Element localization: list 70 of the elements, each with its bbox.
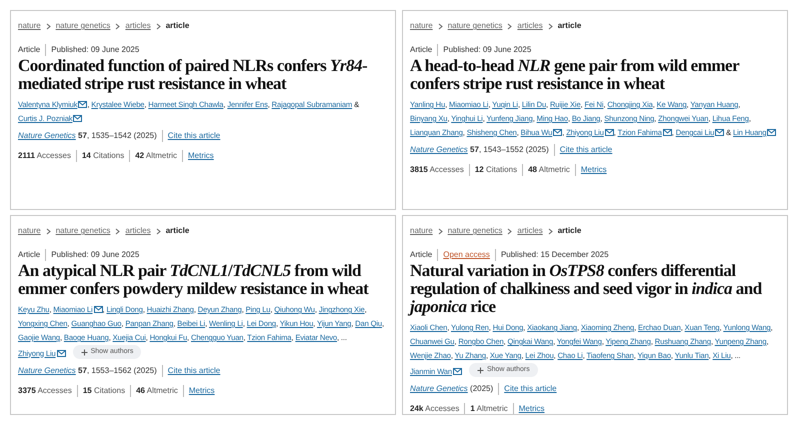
journal-citation: Nature Genetics 57, 1543–1552 (2025) <box>410 144 549 156</box>
breadcrumb-link[interactable]: articles <box>125 225 151 237</box>
metric-stat: 48 Altmetric <box>522 164 570 176</box>
chevron-icon <box>156 22 161 30</box>
article-title: An atypical NLR pair TdCNL1/TdCNL5 from wild emmer confers powdery mildew resistance in wheat <box>18 262 370 298</box>
cite-link[interactable]: Cite this article <box>162 130 220 142</box>
chevron-icon <box>438 228 443 234</box>
journal-citation: Nature Genetics 57, 1553–1562 (2025) <box>18 364 157 376</box>
article-type: Article <box>410 249 432 261</box>
metrics-link[interactable]: Metrics <box>182 150 214 162</box>
plus-icon <box>476 366 484 374</box>
breadcrumb-link[interactable]: nature genetics <box>448 225 502 237</box>
metric-stat: 3375 Accesses <box>18 384 72 396</box>
breadcrumb-current: article <box>558 225 582 237</box>
breadcrumb-link[interactable]: nature genetics <box>56 225 110 237</box>
chevron-icon <box>507 22 512 30</box>
breadcrumb-link[interactable]: nature genetics <box>56 20 110 32</box>
published-date: Published: 15 December 2025 <box>494 249 609 261</box>
published-date: Published: 09 June 2025 <box>45 44 140 56</box>
article-type: Article <box>410 44 432 56</box>
breadcrumb-link[interactable]: articles <box>517 225 543 237</box>
chevron-icon <box>438 22 443 30</box>
breadcrumb-link[interactable]: nature <box>410 20 433 32</box>
journal-citation: Nature Genetics 57, 1535–1542 (2025) <box>18 130 157 142</box>
chevron-icon <box>115 22 120 30</box>
chevron-icon <box>46 22 51 30</box>
metric-stat: 24k Accesses <box>410 402 460 414</box>
metric-stat: 3815 Accesses <box>410 164 464 176</box>
chevron-icon <box>156 228 161 234</box>
breadcrumb-current: article <box>166 20 190 32</box>
breadcrumb-current: article <box>166 225 190 237</box>
breadcrumb-link[interactable]: nature <box>410 225 433 237</box>
journal-citation: Nature Genetics (2025) <box>410 382 494 394</box>
metric-stat: 46 Altmetric <box>130 384 178 396</box>
published-date: Published: 09 June 2025 <box>437 44 532 56</box>
article-type: Article <box>18 44 40 56</box>
journal-link[interactable]: Nature Genetics <box>410 384 468 392</box>
metric-stat: 14 Citations <box>76 150 124 162</box>
published-date: Published: 09 June 2025 <box>45 249 140 261</box>
metrics-link[interactable]: Metrics <box>182 384 215 396</box>
chevron-icon <box>46 228 51 234</box>
plus-icon <box>80 348 88 356</box>
metrics-link[interactable]: Metrics <box>512 402 545 414</box>
journal-link[interactable]: Nature Genetics <box>18 366 76 374</box>
cite-link[interactable]: Cite this article <box>162 364 220 376</box>
article-type: Article <box>18 249 40 261</box>
cite-link[interactable]: Cite this article <box>554 144 612 156</box>
metric-stat: 42 Altmetric <box>129 150 178 162</box>
metric-stat: 12 Citations <box>468 164 518 176</box>
breadcrumb-current: article <box>558 20 582 32</box>
breadcrumb-link[interactable]: articles <box>517 20 543 32</box>
journal-link[interactable]: Nature Genetics <box>410 145 468 154</box>
chevron-icon <box>548 22 553 30</box>
metric-stat: 2111 Accesses <box>18 150 71 162</box>
chevron-icon <box>548 228 553 234</box>
breadcrumb-link[interactable]: nature <box>18 225 41 237</box>
chevron-icon <box>115 228 120 234</box>
open-access-link[interactable]: Open access <box>437 249 490 261</box>
metric-stat: 15 Citations <box>76 384 126 396</box>
breadcrumb-link[interactable]: nature genetics <box>448 20 502 32</box>
article-title: Natural variation in OsTPS8 confers differential regulation of chalkiness and seed vigor in indica and japonica rice <box>410 262 779 316</box>
metric-stat: 1 Altmetric <box>464 402 508 414</box>
chevron-icon <box>507 228 512 234</box>
breadcrumb-link[interactable]: nature <box>18 20 41 32</box>
article-title: Coordinated function of paired NLRs confers Yr84-mediated stripe rust resistance in wheat <box>18 57 368 93</box>
article-title: A head-to-head NLR gene pair from wild emmer confers stripe rust resistance in wheat <box>410 57 740 93</box>
metrics-link[interactable]: Metrics <box>574 164 607 176</box>
cite-link[interactable]: Cite this article <box>498 382 557 394</box>
journal-link[interactable]: Nature Genetics <box>18 131 76 140</box>
breadcrumb-link[interactable]: articles <box>125 20 151 32</box>
